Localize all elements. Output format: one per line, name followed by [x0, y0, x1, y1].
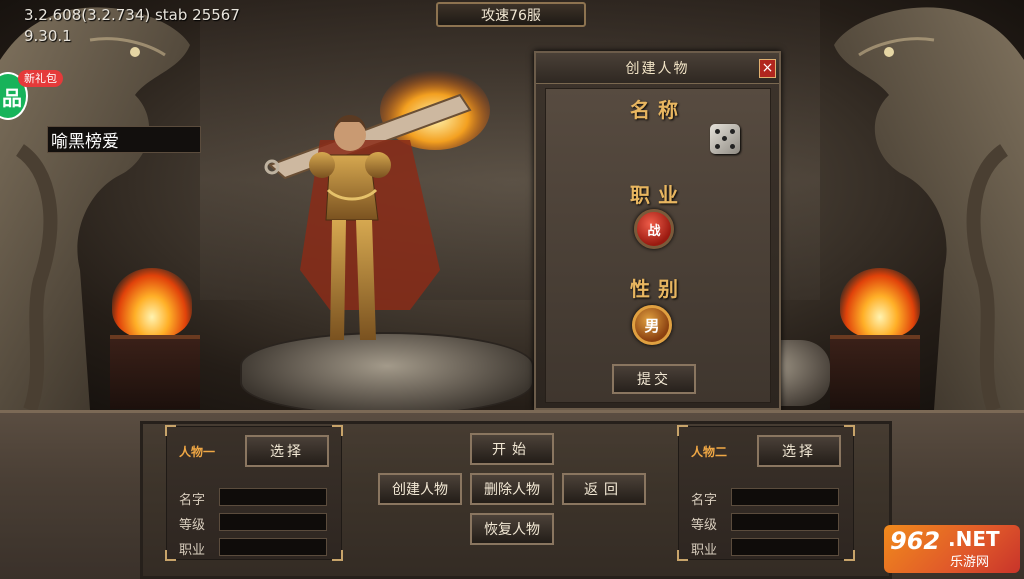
slot-2-name-label: 名字	[691, 493, 718, 508]
slot-2-level-label: 等级	[691, 518, 718, 533]
dialog-header: 创建人物	[536, 53, 779, 84]
slot-2-name-field	[731, 488, 839, 506]
slot-2-title: 人物二	[691, 445, 728, 459]
build-text: 9.30.1	[24, 27, 72, 45]
watermark-domain: .NET	[948, 527, 1000, 551]
gender-male-button[interactable]: 男	[632, 305, 672, 345]
delete-character-button[interactable]: 删除人物	[470, 473, 554, 505]
slot-2-class-field	[731, 538, 839, 556]
gift-pack-badge[interactable]: 新礼包	[18, 70, 63, 87]
slot-1-class-label: 职业	[179, 543, 206, 558]
dialog-title: 创建人物	[625, 61, 690, 77]
slot-1-level-label: 等级	[179, 518, 206, 533]
left-brazier	[110, 335, 200, 409]
start-button[interactable]: 开始	[470, 433, 554, 465]
character-slot-1[interactable]: 人物一 选择 名字 等级 职业	[165, 425, 343, 561]
character-slot-2[interactable]: 人物二 选择 名字 等级 职业	[677, 425, 855, 561]
site-watermark-logo: 962 .NET 乐游网	[884, 525, 1020, 573]
slot-1-level-field	[219, 513, 327, 531]
back-button[interactable]: 返回	[562, 473, 646, 505]
slot-1-name-label: 名字	[179, 493, 206, 508]
right-brazier-flame	[840, 268, 920, 338]
name-heading: 名称	[630, 98, 686, 122]
slot-1-class-field	[219, 538, 327, 556]
left-brazier-flame	[112, 268, 192, 338]
character-name-input[interactable]	[47, 126, 201, 153]
class-warrior-button[interactable]: 战	[634, 209, 674, 249]
watermark-sub: 乐游网	[950, 555, 990, 570]
watermark-number: 962	[890, 527, 941, 555]
slot-2-select-button[interactable]: 选择	[757, 435, 841, 467]
restore-character-button[interactable]: 恢复人物	[470, 513, 554, 545]
slot-1-name-field	[219, 488, 327, 506]
close-button[interactable]: ×	[759, 59, 776, 78]
slot-2-level-field	[731, 513, 839, 531]
random-name-dice-icon[interactable]	[710, 124, 740, 154]
slot-2-class-label: 职业	[691, 543, 718, 558]
version-text: 3.2.608(3.2.734) stab 25567	[24, 6, 240, 24]
bottom-panel: 人物一 选择 名字 等级 职业 人物二 选择 名字 等级 职业 开始 创建人物 …	[0, 410, 1024, 579]
character-scene	[0, 0, 1024, 410]
right-brazier	[830, 335, 920, 409]
slot-1-title: 人物一	[179, 445, 216, 459]
class-heading: 职业	[630, 183, 686, 207]
gender-heading: 性别	[630, 277, 686, 301]
server-name-tab: 攻速76服	[436, 2, 586, 27]
slot-1-select-button[interactable]: 选择	[245, 435, 329, 467]
warrior-character	[264, 70, 490, 340]
create-character-button[interactable]: 创建人物	[378, 473, 462, 505]
submit-button[interactable]: 提交	[612, 364, 696, 394]
